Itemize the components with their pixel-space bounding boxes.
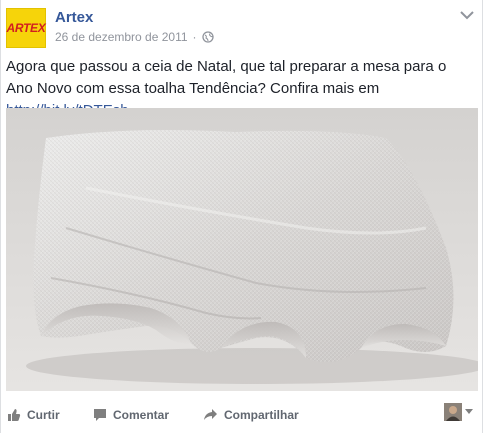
post-actions: Curtir Comentar Compartilhar [1,404,483,430]
tablecloth-illustration [6,108,478,391]
share-button[interactable]: Compartilhar [203,408,299,422]
post-card: ARTEX Artex 26 de dezembro de 2011 · Ago… [0,0,483,433]
post-meta: 26 de dezembro de 2011 · [55,30,214,44]
viewer-avatar [444,403,462,421]
meta-separator: · [192,30,197,44]
globe-icon[interactable] [201,31,214,43]
comment-icon [94,409,106,421]
post-photo[interactable] [6,108,478,391]
caret-down-icon [465,409,473,414]
share-label: Compartilhar [224,408,299,422]
page-avatar[interactable]: ARTEX [6,8,46,48]
post-timestamp[interactable]: 26 de dezembro de 2011 [55,30,188,44]
like-label: Curtir [27,408,60,422]
share-icon [204,409,217,420]
like-button[interactable]: Curtir [7,408,60,422]
chevron-down-icon[interactable] [460,10,474,20]
avatar-logo-text: ARTEX [6,21,46,35]
viewer-avatar-image [444,403,462,421]
viewer-selector[interactable] [444,403,473,421]
page-name-link[interactable]: Artex [55,9,93,26]
post-header: ARTEX Artex 26 de dezembro de 2011 · [1,0,483,50]
comment-button[interactable]: Comentar [93,408,169,422]
comment-label: Comentar [113,408,170,422]
post-message-text: Agora que passou a ceia de Natal, que ta… [6,58,447,97]
thumbs-up-icon [8,409,21,421]
